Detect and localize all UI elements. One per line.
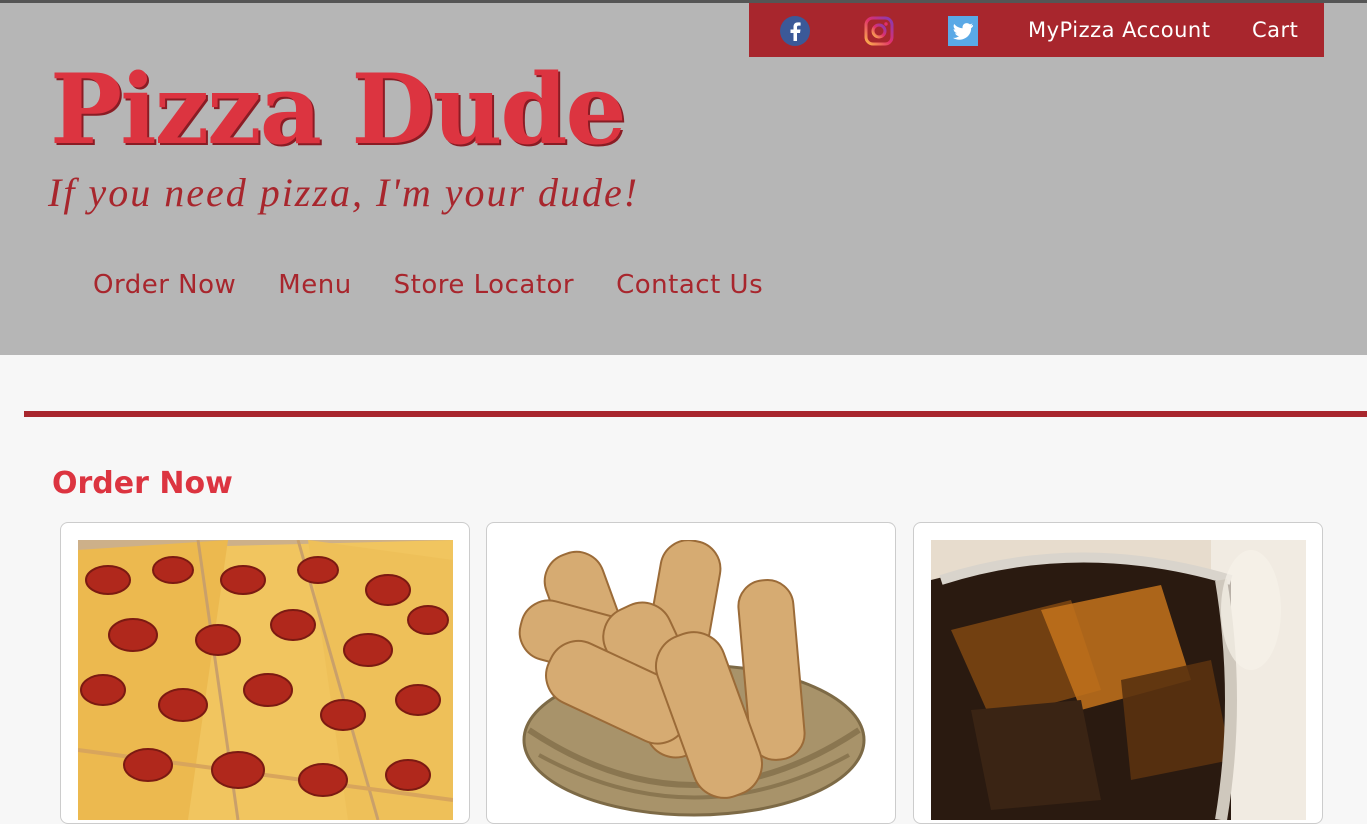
breadsticks-basket-photo (504, 540, 879, 820)
twitter-icon[interactable] (947, 15, 979, 47)
account-link[interactable]: MyPizza Account (1028, 18, 1210, 42)
pepperoni-pizza-photo (78, 540, 453, 820)
pizza-card[interactable] (60, 522, 470, 824)
site-header: MyPizza Account Cart Pizza Dude If you n… (0, 3, 1367, 355)
brand-title[interactable]: Pizza Dude (50, 55, 627, 165)
nav-contact-us[interactable]: Contact Us (616, 270, 763, 300)
soda-with-ice-photo (931, 540, 1306, 820)
brand-tagline: If you need pizza, I'm your dude! (48, 170, 640, 215)
facebook-icon[interactable] (779, 15, 811, 47)
order-now-heading: Order Now (52, 466, 233, 501)
nav-order-now[interactable]: Order Now (93, 270, 236, 300)
nav-store-locator[interactable]: Store Locator (394, 270, 574, 300)
cart-link[interactable]: Cart (1252, 18, 1298, 42)
soda-card[interactable] (913, 522, 1323, 824)
breadsticks-card[interactable] (486, 522, 896, 824)
section-divider (24, 411, 1367, 417)
main-nav: Order Now Menu Store Locator Contact Us (93, 270, 805, 300)
instagram-icon[interactable] (863, 15, 895, 47)
top-utility-bar: MyPizza Account Cart (749, 3, 1324, 57)
nav-menu[interactable]: Menu (278, 270, 351, 300)
